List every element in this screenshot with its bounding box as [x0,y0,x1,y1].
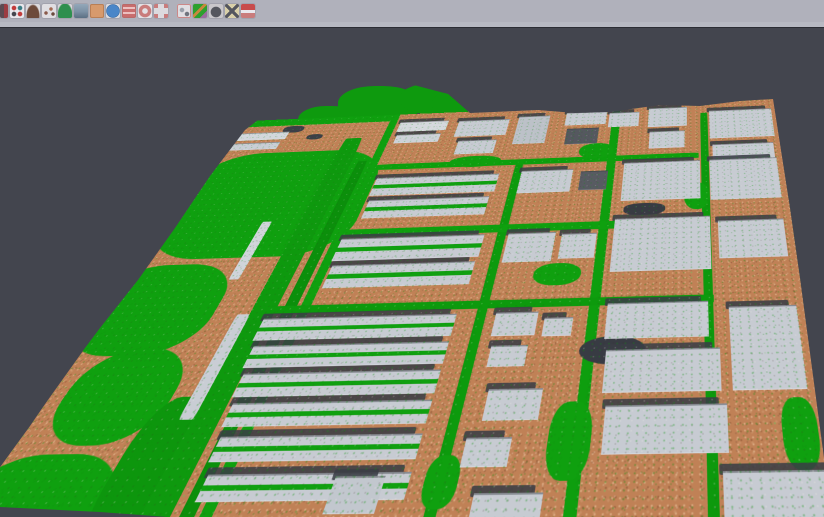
building-roof [454,139,497,154]
flag-red-icon[interactable] [241,4,255,18]
sample-points-icon[interactable] [42,4,56,18]
building-roof [502,232,556,263]
selection-frame-icon[interactable] [154,4,168,18]
partial-tool-icon[interactable] [0,4,8,18]
profile-bar-icon[interactable] [74,4,88,18]
building-roof [460,437,513,468]
building-roof [322,261,475,288]
building-roof [491,312,539,337]
building-roof [729,305,808,391]
camera-dark-icon[interactable] [209,4,223,18]
building-roof [649,130,685,148]
globe-icon[interactable] [106,4,120,18]
ortho-tile-icon[interactable] [90,4,104,18]
red-ring-icon[interactable] [138,4,152,18]
building-roof [709,108,775,138]
building-roof [601,403,729,454]
point-cloud-render [0,28,824,517]
building-roof [621,160,701,201]
building-roof [604,301,709,339]
clear-marks-icon[interactable] [225,4,239,18]
building-roof [221,399,432,427]
building-roof [648,107,687,127]
building-roof [541,317,573,336]
application-window [0,0,824,517]
building-roof [564,128,599,145]
building-roof [709,157,781,200]
building-roof [564,111,607,125]
building-roof [516,169,573,193]
building-roof [482,388,543,421]
raster-grid-icon[interactable] [177,4,191,18]
classification-map-icon[interactable] [193,4,207,18]
red-layers-icon[interactable] [122,4,136,18]
building-roof [723,469,824,517]
3d-viewport[interactable] [0,28,824,517]
building-roof [208,433,423,462]
building-roof [558,233,597,259]
building-roof [602,347,722,393]
building-roof [512,115,551,144]
toolbar [0,0,824,22]
point-pair-align-icon[interactable] [10,4,24,18]
building-roof [463,492,543,517]
building-roof [608,112,640,127]
building-roof [578,170,608,190]
mesh-terrain-icon[interactable] [26,4,40,18]
building-roof [486,345,528,367]
building-roof [453,119,509,137]
building-roof [610,216,712,272]
vegetation-dem-icon[interactable] [58,4,72,18]
building-roof [718,218,788,258]
terrain-plane [0,98,824,517]
